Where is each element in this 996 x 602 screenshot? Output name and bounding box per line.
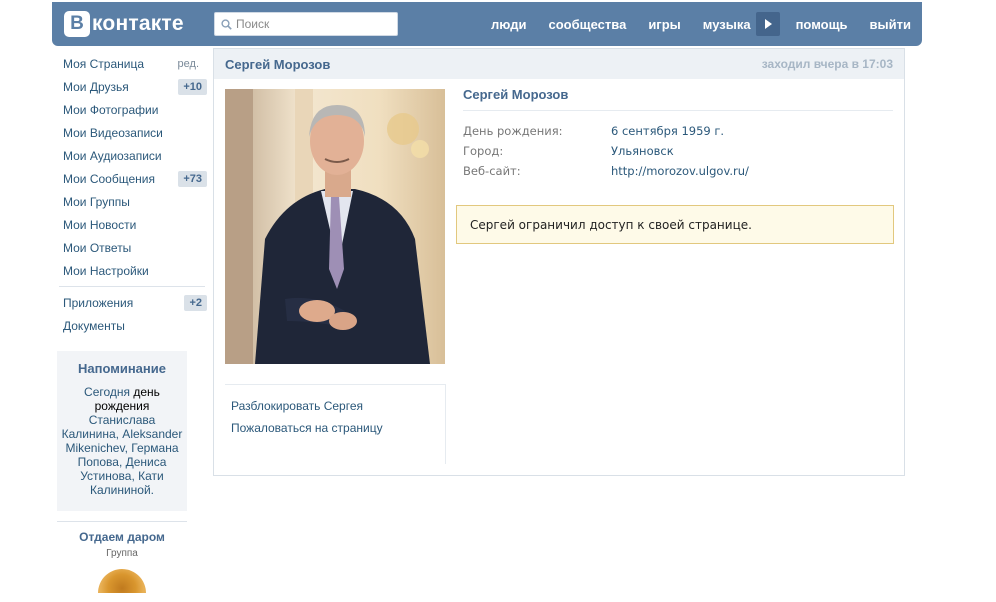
nav-communities[interactable]: сообщества xyxy=(537,17,637,32)
info-row-website: Веб-сайт: http://morozov.ulgov.ru/ xyxy=(463,161,893,181)
sidebar-item-photos[interactable]: Мои Фотографии xyxy=(57,98,207,121)
profile-actions: Разблокировать Сергея Пожаловаться на ст… xyxy=(225,384,445,439)
info-key: Веб-сайт: xyxy=(463,164,521,178)
reminder-title: Напоминание xyxy=(77,361,166,376)
sidebar-item-label: Мои Сообщения xyxy=(63,171,155,186)
sidebar-item-label: Мои Аудиозаписи xyxy=(63,148,162,163)
info-row-birthday: День рождения: 6 сентября 1959 г. xyxy=(463,121,893,141)
sidebar-item-answers[interactable]: Мои Ответы xyxy=(57,236,207,259)
sidebar-item-groups[interactable]: Мои Группы xyxy=(57,190,207,213)
sidebar-item-apps[interactable]: Приложения +2 xyxy=(57,291,207,314)
last-seen-status: заходил вчера в 17:03 xyxy=(761,57,893,71)
profile-header-bar: Сергей Морозов заходил вчера в 17:03 xyxy=(214,49,904,79)
left-sidebar: Моя Страница ред. Мои Друзья +10 Мои Фот… xyxy=(57,52,207,593)
sidebar-item-label: Мои Группы xyxy=(63,194,130,209)
search-input[interactable] xyxy=(236,17,386,31)
website-link[interactable]: http://morozov.ulgov.ru/ xyxy=(611,164,749,178)
profile-name: Сергей Морозов xyxy=(463,87,893,111)
play-icon[interactable] xyxy=(755,12,780,36)
info-row-city: Город: Ульяновск xyxy=(463,141,893,161)
info-value[interactable]: Ульяновск xyxy=(611,144,674,158)
profile-header-name: Сергей Морозов xyxy=(225,56,331,72)
nav-games[interactable]: игры xyxy=(637,17,691,32)
group-ad-subtitle: Группа xyxy=(106,548,138,559)
reminder-text: Сегодня день рождения Станислава Калинин… xyxy=(61,385,183,497)
search-icon xyxy=(221,18,232,30)
sidebar-item-documents[interactable]: Документы xyxy=(57,314,207,337)
nav-people[interactable]: люди xyxy=(480,17,537,32)
sidebar-item-news[interactable]: Мои Новости xyxy=(57,213,207,236)
divider xyxy=(445,384,446,464)
sidebar-item-label: Мои Фотографии xyxy=(63,102,159,117)
sidebar-divider xyxy=(59,286,205,287)
info-value[interactable]: 6 сентября 1959 г. xyxy=(611,124,724,138)
group-ad-title[interactable]: Отдаем даром xyxy=(57,530,187,544)
unblock-link[interactable]: Разблокировать Сергея xyxy=(225,395,445,417)
sidebar-item-settings[interactable]: Мои Настройки xyxy=(57,259,207,282)
sidebar-item-my-page[interactable]: Моя Страница ред. xyxy=(57,52,207,75)
vk-logo[interactable]: В контакте xyxy=(64,11,184,37)
sidebar-item-label: Мои Новости xyxy=(63,217,137,232)
report-page-link[interactable]: Пожаловаться на страницу xyxy=(225,417,445,439)
profile-info: Сергей Морозов День рождения: 6 сентября… xyxy=(463,87,893,181)
sidebar-item-label: Мои Настройки xyxy=(63,263,149,278)
info-key: Город: xyxy=(463,144,504,158)
sidebar-item-audio[interactable]: Мои Аудиозаписи xyxy=(57,144,207,167)
sidebar-item-label: Мои Видеозаписи xyxy=(63,125,163,140)
profile-photo-image xyxy=(225,89,445,364)
nav-logout[interactable]: выйти xyxy=(859,17,922,32)
messages-count-badge: +73 xyxy=(178,170,207,187)
birthday-reminder: Напоминание Сегодня день рождения Станис… xyxy=(57,351,187,511)
sidebar-item-label: Мои Ответы xyxy=(63,240,132,255)
group-ad[interactable]: Отдаем даром Группа xyxy=(57,521,187,593)
sidebar-item-friends[interactable]: Мои Друзья +10 xyxy=(57,75,207,98)
restricted-access-notice: Сергей ограничил доступ к своей странице… xyxy=(456,205,894,244)
logo-text: контакте xyxy=(92,12,184,35)
sidebar-item-label: Документы xyxy=(63,318,125,333)
sidebar-item-label: Мои Друзья xyxy=(63,79,129,94)
friends-count-badge: +10 xyxy=(178,78,207,95)
nav-music[interactable]: музыка xyxy=(692,17,762,32)
search-box[interactable] xyxy=(214,12,398,36)
apps-count-badge: +2 xyxy=(184,294,207,311)
group-avatar[interactable] xyxy=(98,569,146,593)
profile-photo[interactable] xyxy=(225,89,445,364)
top-nav: люди сообщества игры музыка помощь выйти xyxy=(480,2,922,46)
sidebar-item-videos[interactable]: Мои Видеозаписи xyxy=(57,121,207,144)
edit-link[interactable]: ред. xyxy=(178,58,207,70)
profile-panel: Сергей Морозов заходил вчера в 17:03 Раз… xyxy=(213,48,905,476)
sidebar-item-label: Приложения xyxy=(63,295,134,310)
top-header: В контакте люди сообщества игры музыка п… xyxy=(52,2,922,46)
nav-help[interactable]: помощь xyxy=(785,17,859,32)
sidebar-item-messages[interactable]: Мои Сообщения +73 xyxy=(57,167,207,190)
sidebar-item-label: Моя Страница xyxy=(63,56,145,71)
logo-icon: В xyxy=(64,11,90,37)
info-key: День рождения: xyxy=(463,124,563,138)
